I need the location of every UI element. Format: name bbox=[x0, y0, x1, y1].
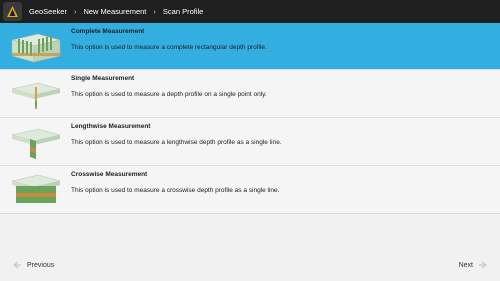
complete-measurement-icon bbox=[11, 33, 61, 63]
app-toolbar: GeoSeeker › New Measurement › Scan Profi… bbox=[0, 0, 500, 23]
arrow-right-icon bbox=[479, 261, 487, 269]
single-measurement-icon bbox=[11, 82, 61, 109]
option-description: This option is used to measure a lengthw… bbox=[71, 139, 282, 146]
previous-button[interactable]: Previous bbox=[12, 258, 54, 272]
option-lengthwise-measurement[interactable]: Lengthwise Measurement This option is us… bbox=[0, 118, 500, 166]
option-single-measurement[interactable]: Single Measurement This option is used t… bbox=[0, 70, 500, 118]
breadcrumb-new-measurement[interactable]: New Measurement bbox=[83, 7, 146, 16]
breadcrumb-separator: › bbox=[73, 7, 77, 16]
option-title: Complete Measurement bbox=[71, 28, 145, 35]
breadcrumb-scan-profile: Scan Profile bbox=[162, 7, 204, 16]
option-description: This option is used to measure a crosswi… bbox=[71, 187, 280, 194]
measurement-options-list: Complete Measurement This option is used… bbox=[0, 23, 500, 214]
option-complete-measurement[interactable]: Complete Measurement This option is used… bbox=[0, 23, 500, 70]
option-title: Lengthwise Measurement bbox=[71, 123, 151, 130]
app-name: GeoSeeker bbox=[29, 7, 67, 16]
option-title: Single Measurement bbox=[71, 75, 135, 82]
crosswise-measurement-icon bbox=[11, 174, 61, 203]
breadcrumb-separator: › bbox=[153, 7, 156, 16]
next-label: Next bbox=[458, 261, 473, 269]
geoseeker-logo-icon[interactable] bbox=[3, 2, 22, 21]
arrow-left-icon bbox=[13, 261, 21, 269]
previous-label: Previous bbox=[27, 261, 55, 269]
option-description: This option is used to measure a depth p… bbox=[71, 91, 267, 98]
option-description: This option is used to measure a complet… bbox=[71, 44, 267, 51]
next-button[interactable]: Next bbox=[459, 258, 488, 272]
option-title: Crosswise Measurement bbox=[71, 171, 148, 178]
lengthwise-measurement-icon bbox=[11, 128, 61, 159]
option-crosswise-measurement[interactable]: Crosswise Measurement This option is use… bbox=[0, 166, 500, 214]
